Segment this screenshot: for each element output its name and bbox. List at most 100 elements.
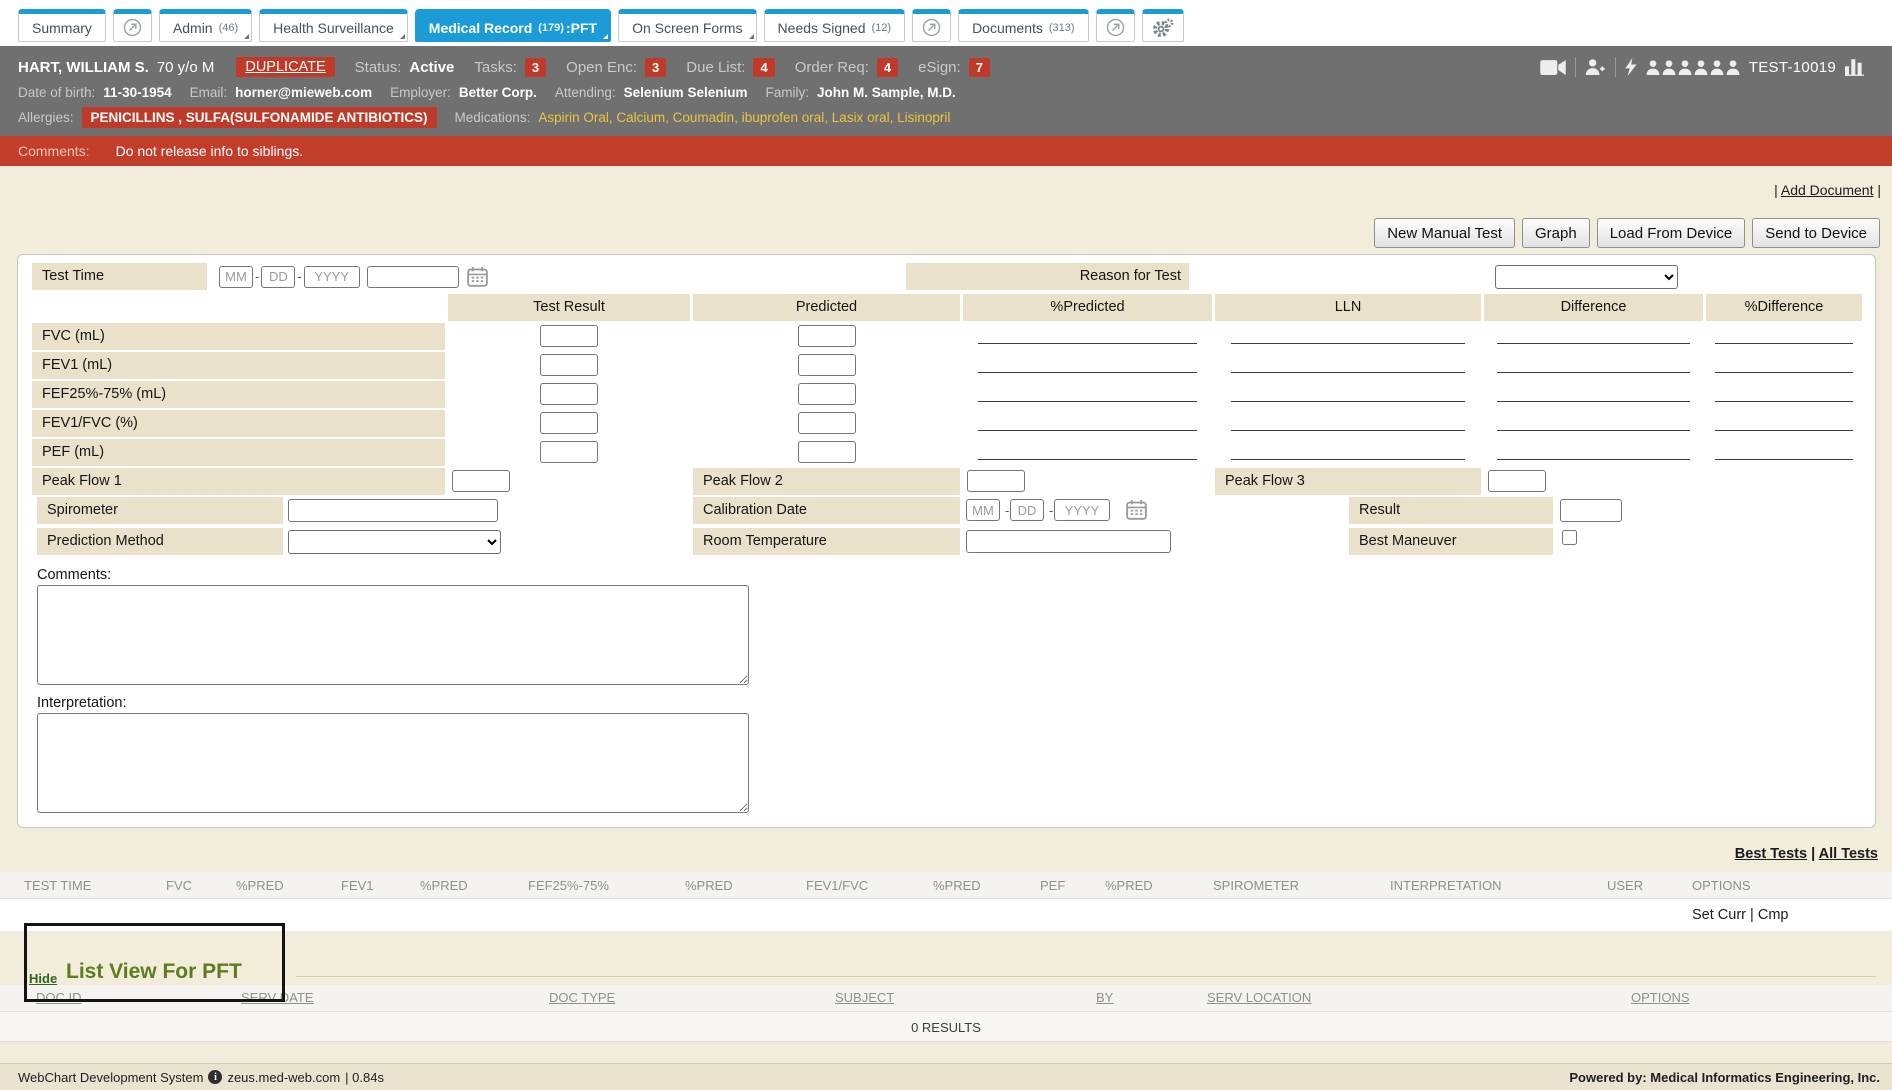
interpretation-textarea[interactable] [37,713,749,813]
doc-col-subject[interactable]: SUBJECT [835,990,894,1005]
tab-summary[interactable]: Summary [18,9,106,42]
tab-documents-popout[interactable] [1096,9,1135,42]
room-temperature-input[interactable] [966,530,1171,553]
pef-predicted-input[interactable] [798,441,856,463]
doc-col-by[interactable]: BY [1096,990,1113,1005]
allergies-badge[interactable]: PENICILLINS , SULFA(SULFONAMIDE ANTIBIOT… [82,107,437,128]
doc-col-doc-type[interactable]: DOC TYPE [549,990,615,1005]
tab-medical-record[interactable]: Medical Record (179) :PFT [415,9,611,42]
patient-age-sex: 70 y/o M [157,59,215,76]
person-icon[interactable] [1662,60,1676,75]
value-line [978,410,1197,431]
best-maneuver-checkbox[interactable] [1562,530,1577,545]
test-date-day-input[interactable] [261,266,295,288]
best-tests-link[interactable]: Best Tests [1735,846,1807,862]
fef-pct-difference-cell [1706,381,1862,408]
test-time-input[interactable] [367,266,459,288]
tab-settings[interactable] [1142,9,1184,42]
medication-link[interactable]: Lasix oral [832,110,897,125]
tab-summary-popout[interactable] [113,9,152,42]
duplicate-badge[interactable]: DUPLICATE [236,57,334,77]
fvc-predicted-input[interactable] [798,325,856,347]
spirometer-input[interactable] [288,499,498,522]
video-camera-icon[interactable] [1540,59,1566,76]
tab-label: Health Surveillance [273,20,394,36]
webchart-page: Summary Admin (46) Health Surveillance M… [0,0,1892,1090]
medication-link[interactable]: Coumadin [673,110,742,125]
station-id: TEST-10019 [1749,59,1836,76]
room-temperature-label: Room Temperature [693,528,960,555]
medication-link[interactable]: ibuprofen oral [742,110,832,125]
tab-admin[interactable]: Admin (46) [159,9,252,42]
fev1fvc-test-result-input[interactable] [540,412,598,434]
fef-test-result-input[interactable] [540,383,598,405]
test-date-year-input[interactable] [304,266,360,288]
person-icon[interactable] [1726,60,1740,75]
fvc-test-result-input[interactable] [540,325,598,347]
calibration-month-input[interactable] [966,499,1000,521]
user-slots [1646,60,1740,75]
fev1-test-result-input[interactable] [540,354,598,376]
add-document-link[interactable]: Add Document [1781,182,1874,198]
reason-for-test-select[interactable] [1495,265,1678,289]
person-icon[interactable] [1694,60,1708,75]
fev1-pct-predicted-cell [963,352,1212,379]
all-tests-link[interactable]: All Tests [1819,846,1878,862]
calendar-icon[interactable] [1126,499,1147,520]
calibration-date-label: Calibration Date [693,497,960,524]
open-enc-count-badge[interactable]: 3 [645,58,666,77]
row-label-fvc: FVC (mL) [32,323,445,350]
esign-count-badge[interactable]: 7 [969,58,990,77]
bar-chart-icon[interactable] [1845,59,1864,76]
load-from-device-button[interactable]: Load From Device [1597,218,1746,248]
calendar-icon[interactable] [467,266,488,287]
set-curr-cmp-links[interactable]: Set Curr | Cmp [1692,907,1788,923]
medication-link[interactable]: Lisinopril [897,110,950,125]
tab-needs-signed[interactable]: Needs Signed (12) [764,9,906,42]
tab-needs-signed-popout[interactable] [912,9,951,42]
set-curr-link[interactable]: Set Curr [1692,907,1746,923]
tab-on-screen-forms[interactable]: On Screen Forms [618,9,756,42]
fvc-pct-difference-cell [1706,323,1862,350]
tab-documents[interactable]: Documents (313) [958,9,1089,42]
hide-link[interactable]: Hide [29,971,57,986]
doc-col-options[interactable]: OPTIONS [1631,990,1690,1005]
fef-predicted-input[interactable] [798,383,856,405]
graph-button[interactable]: Graph [1522,218,1590,248]
fev1fvc-predicted-input[interactable] [798,412,856,434]
person-icon[interactable] [1646,60,1660,75]
order-req-count-badge[interactable]: 4 [877,58,898,77]
new-manual-test-button[interactable]: New Manual Test [1374,218,1515,248]
peak-flow-3-input[interactable] [1488,470,1546,492]
fev1-predicted-input[interactable] [798,354,856,376]
results-col-test-time: TEST TIME [24,878,91,893]
system-name: WebChart Development System [18,1070,203,1085]
calibration-day-input[interactable] [1010,499,1044,521]
medication-link[interactable]: Calcium [616,110,672,125]
comments-textarea[interactable] [37,585,749,685]
person-icon[interactable] [1678,60,1692,75]
pef-predicted-cell [693,439,960,466]
result-input[interactable] [1560,499,1622,522]
person-icon[interactable] [1710,60,1724,75]
medication-link[interactable]: Aspirin Oral [538,110,616,125]
test-date-month-input[interactable] [219,266,253,288]
doc-col-serv-location[interactable]: SERV LOCATION [1207,990,1311,1005]
peak-flow-1-cell [448,468,690,495]
tasks-count-badge[interactable]: 3 [525,58,546,77]
due-list-count-badge[interactable]: 4 [753,58,774,77]
attending-label: Attending: [555,85,616,100]
pef-test-result-input[interactable] [540,441,598,463]
calibration-year-input[interactable] [1054,499,1110,521]
peak-flow-2-input[interactable] [967,470,1025,492]
lightning-bolt-icon[interactable] [1625,58,1637,76]
peak-flow-1-input[interactable] [452,470,510,492]
cmp-link[interactable]: Cmp [1758,907,1789,923]
tab-health-surveillance[interactable]: Health Surveillance [259,9,408,42]
person-add-icon[interactable] [1585,59,1606,75]
info-icon[interactable]: i [208,1070,222,1084]
send-to-device-button[interactable]: Send to Device [1752,218,1880,248]
server-host: zeus.med-web.com [227,1070,340,1085]
value-line [978,439,1197,460]
prediction-method-select[interactable] [288,530,501,554]
